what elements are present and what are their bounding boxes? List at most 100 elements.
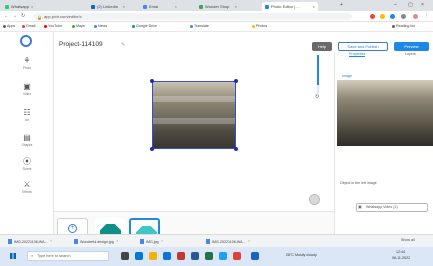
excel-icon[interactable]	[205, 252, 213, 260]
download-label: IMG.jpg	[146, 239, 159, 244]
download-item[interactable]: Wonderful design.jpg ⌃	[74, 238, 119, 245]
app-icon[interactable]	[177, 252, 185, 260]
sidebar-item-photo[interactable]: ⚘ Photo	[17, 56, 37, 74]
chevron-down-icon[interactable]: ⌃	[161, 240, 164, 244]
download-item[interactable]: IMG-20221108-WA... ⌃	[206, 238, 251, 245]
editor-app: ⚘ Photo ▣ Video ☷ Art ▤ Shapes ⦿ Scene ⚔…	[0, 32, 433, 266]
close-icon[interactable]: ×	[31, 4, 33, 9]
task-view-icon[interactable]	[121, 252, 129, 260]
app-icon[interactable]	[219, 252, 227, 260]
chevron-down-icon[interactable]: ⌃	[50, 240, 53, 244]
drive-icon	[132, 24, 135, 28]
bookmark-item[interactable]: Translate	[190, 24, 209, 28]
puzzle-icon[interactable]	[401, 14, 406, 19]
editor-icon	[265, 4, 269, 9]
menu-icon[interactable]: ⋮	[424, 13, 429, 19]
sidebar-item-video[interactable]: ▣ Video	[17, 82, 37, 100]
sidebar-item-effects[interactable]: ⚔ Effects	[17, 180, 37, 198]
tab-layers[interactable]: Layers	[405, 52, 416, 56]
chevron-down-icon[interactable]: ⌃	[248, 240, 251, 244]
reading-list-label: Reading list	[396, 24, 415, 28]
word-icon[interactable]	[191, 252, 199, 260]
canvas[interactable]	[57, 52, 335, 186]
sidebar-item-art[interactable]: ☷ Art	[17, 108, 37, 126]
clock-time[interactable]: 12:44	[396, 250, 405, 254]
show-all-link[interactable]: Show all	[401, 238, 415, 242]
new-tab-icon[interactable]: +	[340, 2, 343, 8]
bookmark-apps[interactable]: Apps	[3, 24, 15, 28]
sidebar-item-label: Video	[22, 92, 32, 96]
pencil-icon[interactable]: ✎	[121, 42, 125, 48]
assistant-icon[interactable]	[309, 194, 320, 205]
avatar[interactable]	[413, 14, 418, 19]
extension-icon[interactable]	[370, 14, 375, 19]
project-title[interactable]: Project-114109	[59, 41, 103, 48]
close-icon[interactable]: ×	[313, 4, 315, 9]
reading-list[interactable]: Reading list	[392, 24, 415, 28]
minimize-icon[interactable]: –	[394, 2, 397, 8]
shapes-icon: ▤	[23, 133, 31, 142]
browser-tab[interactable]: Whatsapp ×	[2, 2, 36, 11]
file-explorer-icon[interactable]	[149, 252, 157, 260]
selected-image[interactable]	[152, 81, 236, 149]
browser-tab[interactable]: Wonder Shop ×	[196, 2, 240, 11]
download-label: IMG-20221108-WA...	[14, 239, 48, 244]
bookmark-item[interactable]: Google Drive	[132, 24, 157, 28]
windows-start-icon[interactable]	[10, 253, 16, 259]
clock-date[interactable]: 08-11-2022	[392, 256, 410, 260]
zoom-handle-icon[interactable]: ↻	[315, 94, 319, 100]
browser-tab-strip: Whatsapp × (2) LinkedIn × Emai × Wonder …	[0, 0, 433, 11]
resize-handle[interactable]	[234, 79, 238, 83]
text-icon: ⦿	[23, 157, 31, 166]
close-window-icon[interactable]: ×	[421, 2, 424, 8]
extension-icon[interactable]	[390, 14, 395, 19]
bookmark-item[interactable]: Maps	[72, 24, 85, 28]
bookmark-item[interactable]: Photos	[252, 24, 267, 28]
bookmark-item[interactable]: News	[94, 24, 107, 28]
image-preview[interactable]	[337, 80, 433, 146]
close-icon[interactable]: ×	[235, 4, 237, 9]
back-icon[interactable]: ←	[4, 13, 9, 19]
browser-tab-active[interactable]: Photo Editor | ... ×	[262, 2, 318, 11]
download-item[interactable]: IMG.jpg ⌃	[140, 238, 164, 245]
url-field[interactable]: 🔒 app.pixlr.com/editor/x	[34, 13, 352, 20]
file-icon: ▣	[358, 204, 362, 209]
tab-label: Emai	[149, 4, 159, 9]
sidebar-item-label: Art	[24, 118, 30, 122]
preview-button[interactable]: Preview	[394, 42, 429, 51]
bookmark-item[interactable]: YouTube	[44, 24, 62, 28]
forward-icon[interactable]: →	[12, 13, 17, 19]
close-icon[interactable]: ×	[123, 4, 125, 9]
sidebar-item-shapes[interactable]: ▤ Shapes	[17, 133, 37, 151]
browser-tab[interactable]: (2) LinkedIn ×	[88, 2, 128, 11]
extension-icon[interactable]	[380, 14, 385, 19]
bookmark-label: News	[98, 24, 107, 28]
help-button[interactable]: Help	[312, 42, 332, 51]
chrome-icon[interactable]	[233, 252, 241, 260]
sidebar-item-scene[interactable]: ⦿ Scene	[17, 157, 37, 175]
maximize-icon[interactable]: ▢	[408, 2, 413, 8]
weather-status[interactable]: 28°C Mostly cloudy	[286, 253, 317, 257]
close-icon[interactable]: ×	[175, 4, 177, 9]
apps-icon	[3, 24, 6, 28]
edge-icon[interactable]	[135, 252, 143, 260]
url-text: app.pixlr.com/editor/x	[44, 14, 82, 19]
tab-properties[interactable]: Properties	[349, 52, 366, 57]
store-icon[interactable]	[163, 252, 171, 260]
shop-icon	[199, 4, 203, 9]
reading-list-icon	[392, 24, 395, 28]
download-item[interactable]: IMG-20221108-WA... ⌃	[8, 238, 53, 245]
browser-tab[interactable]: Emai ×	[140, 2, 180, 11]
file-field[interactable]: Whatsapp Video (1)	[356, 203, 428, 212]
resize-handle[interactable]	[234, 147, 238, 151]
taskbar-search[interactable]: ⌕ Type here to search	[27, 251, 109, 261]
resize-handle[interactable]	[150, 79, 154, 83]
save-publish-button[interactable]: Save and Publish	[338, 42, 388, 51]
reload-icon[interactable]: ↻	[21, 13, 25, 19]
bookmark-item[interactable]: Gmail	[22, 24, 35, 28]
resize-handle[interactable]	[150, 147, 154, 151]
chevron-down-icon[interactable]: ⌃	[116, 240, 119, 244]
bookmark-label: Photos	[256, 24, 268, 28]
app-icon[interactable]	[251, 252, 259, 260]
app-logo[interactable]	[20, 35, 32, 47]
